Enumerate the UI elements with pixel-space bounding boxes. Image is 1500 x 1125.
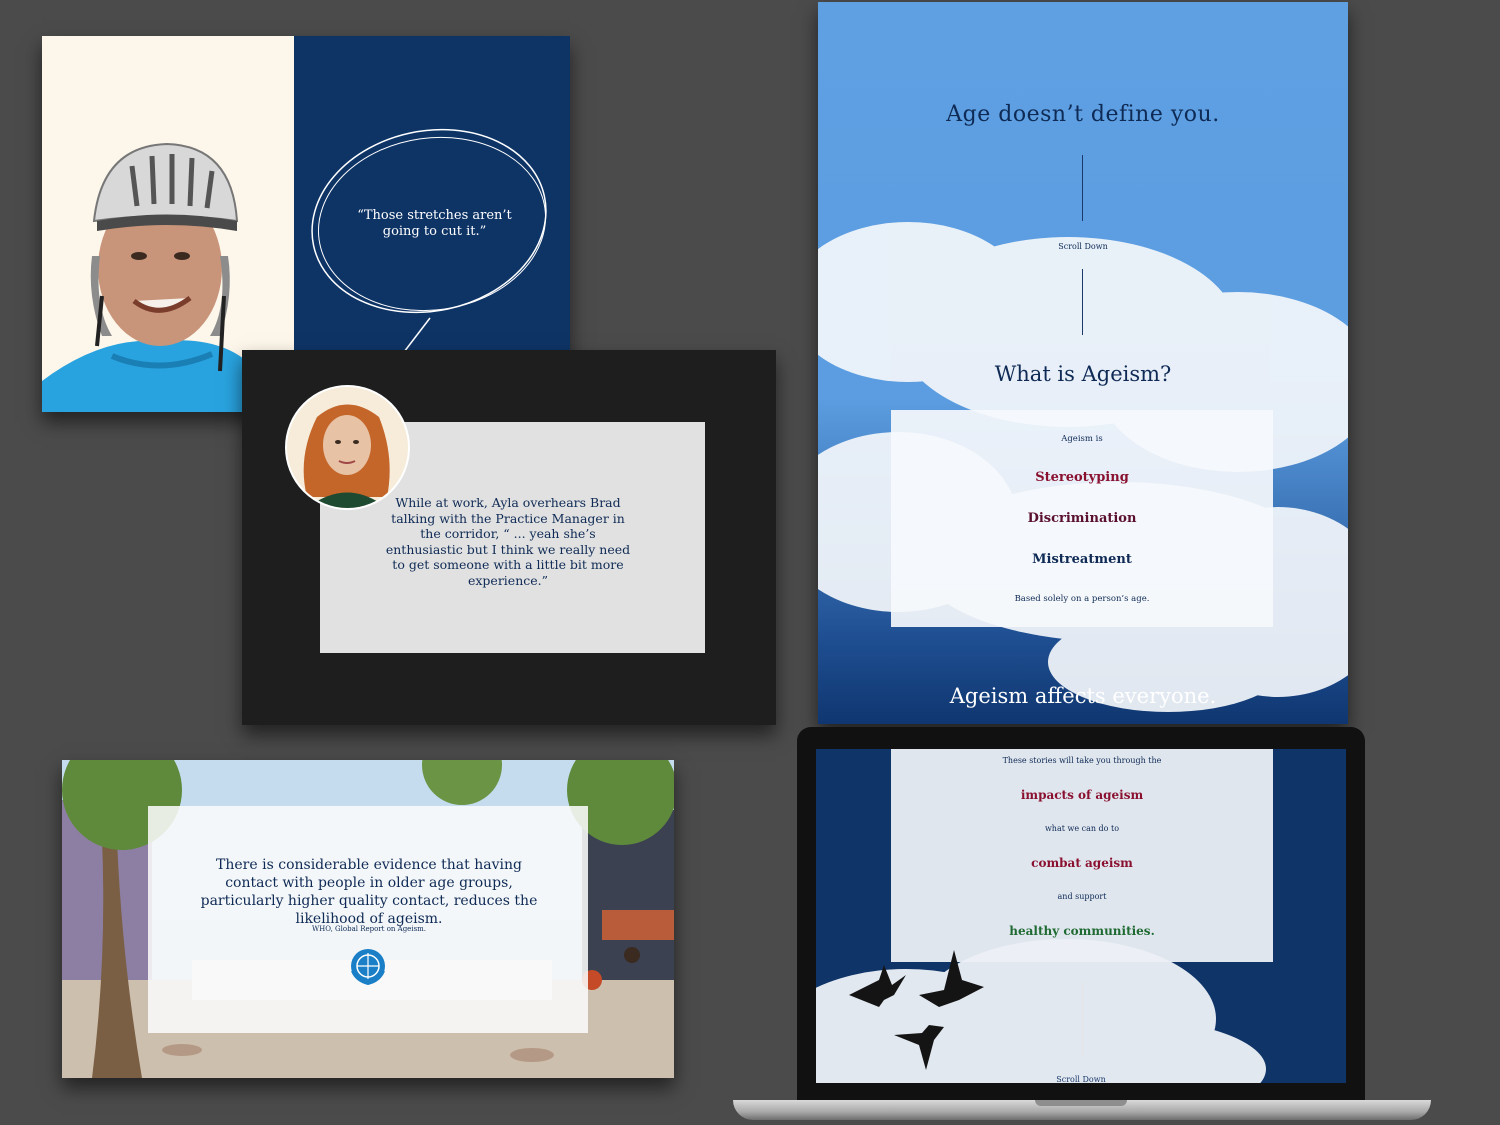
scroll-down-label[interactable]: Scroll Down	[818, 242, 1348, 251]
scroll-line	[1082, 981, 1083, 1057]
evidence-slide: There is considerable evidence that havi…	[62, 760, 674, 1078]
stories-highlight-impacts: impacts of ageism	[1020, 788, 1144, 802]
scenario-text: While at work, Ayla overhears Brad talki…	[385, 495, 631, 588]
stories-highlight-combat: combat ageism	[1031, 856, 1133, 870]
laptop-screen[interactable]: These stories will take you through the …	[816, 749, 1346, 1083]
bottom-heading: Ageism affects everyone.	[949, 684, 1217, 708]
definition-card: Ageism is Stereotyping Discrimination Mi…	[891, 410, 1273, 627]
definition-intro: Ageism is	[1061, 434, 1103, 444]
scenario-slide: While at work, Ayla overhears Brad talki…	[242, 350, 776, 725]
evidence-text: There is considerable evidence that havi…	[200, 857, 538, 927]
evidence-citation: WHO, Global Report on Ageism.	[311, 925, 427, 933]
scroll-line-bottom	[1082, 269, 1083, 335]
ageism-scroll-page[interactable]: Age doesn’t define you. Scroll Down What…	[818, 2, 1348, 724]
hero-heading: Age doesn’t define you.	[946, 102, 1220, 127]
scroll-line-top	[1082, 155, 1083, 221]
stories-line-1: These stories will take you through the	[1002, 756, 1162, 765]
stories-line-3: and support	[1057, 892, 1107, 901]
definition-footer: Based solely on a person’s age.	[1014, 594, 1150, 604]
stories-line-2: what we can do to	[1044, 824, 1120, 833]
question-heading: What is Ageism?	[994, 362, 1172, 386]
quote-text: “Those stretches aren’t going to cut it.…	[357, 208, 512, 239]
laptop-notch	[1035, 1100, 1127, 1106]
term-discrimination: Discrimination	[1027, 511, 1137, 526]
bird-silhouettes-icon	[849, 950, 984, 1070]
term-mistreatment: Mistreatment	[1032, 552, 1132, 567]
stories-card: These stories will take you through the …	[891, 749, 1273, 962]
who-logo	[351, 949, 385, 986]
term-stereotyping: Stereotyping	[1035, 470, 1129, 485]
stories-highlight-healthy: healthy communities.	[1009, 924, 1155, 938]
ayla-avatar	[285, 385, 410, 510]
